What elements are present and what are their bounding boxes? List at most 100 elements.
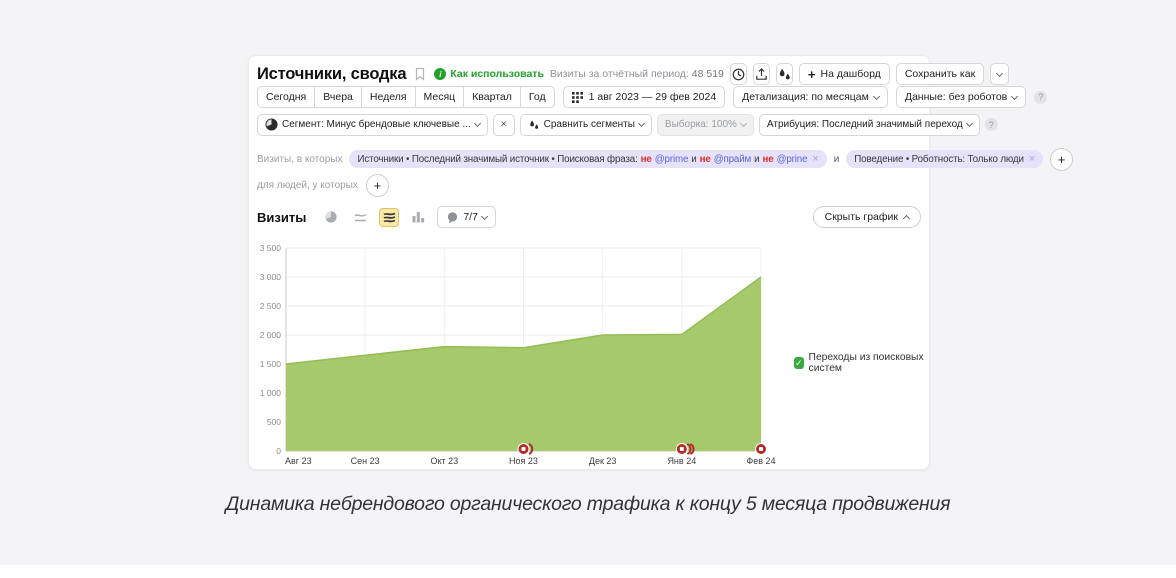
save-as-label: Сохранить как xyxy=(904,68,976,80)
segment-dropdown[interactable]: Сегмент: Минус брендовые ключевые ... xyxy=(257,113,488,136)
chart-toolbar: Визиты 7/7 Скрыть график xyxy=(257,205,921,229)
help-icon[interactable]: ? xyxy=(984,118,998,131)
svg-text:Авг 23: Авг 23 xyxy=(285,456,312,466)
info-icon: i xyxy=(434,68,447,80)
add-filter-button[interactable]: + xyxy=(1050,147,1074,171)
save-as-menu-button[interactable] xyxy=(990,63,1010,85)
tab-year[interactable]: Год xyxy=(519,86,555,108)
svg-text:Окт 23: Окт 23 xyxy=(430,456,458,466)
comments-dropdown[interactable]: 7/7 xyxy=(437,206,496,228)
legend-checkbox[interactable]: ✓ xyxy=(794,357,804,369)
segments-button[interactable] xyxy=(775,63,793,85)
svg-text:3 000: 3 000 xyxy=(260,272,282,282)
export-button[interactable] xyxy=(752,63,770,85)
filter-chip-robots[interactable]: Поведение • Роботность: Только люди × xyxy=(846,150,1044,168)
columns-view-button[interactable] xyxy=(408,208,428,227)
metric-label: Визиты xyxy=(257,209,307,225)
pie-chart-icon xyxy=(265,118,278,131)
chip-negation: не xyxy=(762,153,774,165)
legend-label: Переходы из поисковых систем xyxy=(808,352,924,374)
image-caption: Динамика небрендового органического траф… xyxy=(225,493,951,515)
filter-joiner: и xyxy=(833,153,840,165)
comments-count: 7/7 xyxy=(463,211,478,223)
attribution-dropdown[interactable]: Атрибуция: Последний значимый переход xyxy=(758,113,980,136)
people-filter-prefix: для людей, у которых xyxy=(257,180,358,191)
clear-segment-button[interactable]: × xyxy=(492,113,515,136)
svg-text:500: 500 xyxy=(267,417,281,427)
add-people-filter-button[interactable]: + xyxy=(365,174,389,197)
tab-quarter[interactable]: Квартал xyxy=(463,86,521,108)
tab-today[interactable]: Сегодня xyxy=(257,86,316,108)
chevron-down-icon xyxy=(739,119,747,128)
chevron-down-icon xyxy=(872,92,880,100)
date-range-label: 1 авг 2023 — 29 фев 2024 xyxy=(588,91,717,103)
visits-period-label: Визиты за отчётный период: xyxy=(549,68,689,80)
svg-text:0: 0 xyxy=(276,446,281,456)
pie-view-button[interactable] xyxy=(321,208,341,227)
detalization-label: Детализация: по месяцам xyxy=(742,91,869,103)
how-to-use-label: Как использовать xyxy=(450,68,544,80)
report-header: Источники, сводка i Как использовать Виз… xyxy=(257,62,1010,86)
period-tab-group: Сегодня Вчера Неделя Месяц Квартал Год xyxy=(257,86,555,108)
add-to-dashboard-label: На дашборд xyxy=(820,68,881,80)
help-icon[interactable]: ? xyxy=(1034,90,1048,104)
visits-period-value: 48 519 xyxy=(691,68,724,80)
svg-text:Фев 24: Фев 24 xyxy=(746,456,775,466)
drops-icon xyxy=(779,68,790,79)
segment-toolbar: Сегмент: Минус брендовые ключевые ... × … xyxy=(257,113,998,136)
tab-week[interactable]: Неделя xyxy=(360,86,416,108)
chevron-down-icon xyxy=(965,119,973,128)
tab-yesterday[interactable]: Вчера xyxy=(314,86,362,108)
sampling-dropdown[interactable]: Выборка: 100% xyxy=(656,113,754,136)
chevron-down-icon xyxy=(637,119,645,128)
svg-text:Дек 23: Дек 23 xyxy=(589,456,617,466)
svg-text:Ноя 23: Ноя 23 xyxy=(509,456,538,466)
svg-text:2 000: 2 000 xyxy=(260,330,282,340)
visits-period-summary: Визиты за отчётный период: 48 519 xyxy=(550,68,724,80)
tab-month[interactable]: Месяц xyxy=(414,86,465,108)
chevron-down-icon xyxy=(1011,92,1019,100)
chip-term: @прайм xyxy=(713,153,752,165)
history-button[interactable] xyxy=(729,63,747,85)
how-to-use-link[interactable]: i Как использовать xyxy=(434,68,544,80)
chevron-down-icon xyxy=(996,69,1004,77)
save-as-button[interactable]: Сохранить как xyxy=(895,63,985,85)
data-filter-label: Данные: без роботов xyxy=(904,91,1008,103)
compare-segments-dropdown[interactable]: Сравнить сегменты xyxy=(519,113,652,136)
visits-area-chart[interactable]: 0 500 1 000 1 500 2 000 2 500 3 000 3 500 Авг 23… xyxy=(249,241,794,476)
chip-negation: не xyxy=(699,153,711,165)
attribution-label: Атрибуция: Последний значимый переход xyxy=(766,119,963,130)
chip-term: @prime xyxy=(654,153,689,165)
line-view-button[interactable] xyxy=(350,208,370,227)
people-filters-row: для людей, у которых + xyxy=(257,174,921,197)
hide-chart-label: Скрыть график xyxy=(824,211,898,223)
remove-filter-icon[interactable]: × xyxy=(1029,153,1035,165)
segment-label: Сегмент: Минус брендовые ключевые ... xyxy=(282,119,471,130)
stacked-area-view-button[interactable] xyxy=(379,207,400,227)
visit-filters-row: Визиты, в которых Источники • Последний … xyxy=(257,147,1074,171)
add-to-dashboard-button[interactable]: + На дашборд xyxy=(798,63,890,85)
svg-text:Сен 23: Сен 23 xyxy=(351,456,380,466)
plus-icon: + xyxy=(807,66,816,82)
detalization-dropdown[interactable]: Детализация: по месяцам xyxy=(733,86,888,108)
sampling-label: Выборка: 100% xyxy=(664,119,737,130)
date-range-button[interactable]: 1 авг 2023 — 29 фев 2024 xyxy=(562,86,726,108)
chevron-up-icon xyxy=(902,214,911,223)
svg-text:2 500: 2 500 xyxy=(260,301,282,311)
bookmark-icon[interactable] xyxy=(414,67,426,81)
bottom-strip xyxy=(0,565,1176,578)
chart-legend: ✓ Переходы из поисковых систем xyxy=(794,352,929,374)
chip-and: и xyxy=(691,153,697,165)
report-card: Источники, сводка i Как использовать Виз… xyxy=(248,55,1074,470)
period-toolbar: Сегодня Вчера Неделя Месяц Квартал Год 1… xyxy=(257,86,1048,108)
comment-bubble-icon xyxy=(448,211,458,223)
data-filter-dropdown[interactable]: Данные: без роботов xyxy=(895,86,1027,108)
bar-chart-icon xyxy=(412,212,425,223)
stacked-area-icon xyxy=(383,212,396,223)
remove-filter-icon[interactable]: × xyxy=(812,153,818,165)
hide-chart-button[interactable]: Скрыть график xyxy=(812,206,921,228)
chip-and: и xyxy=(754,153,760,165)
pie-chart-icon xyxy=(325,211,337,223)
drops-icon xyxy=(529,120,538,129)
filter-chip-search-phrase[interactable]: Источники • Последний значимый источник … xyxy=(349,150,827,168)
